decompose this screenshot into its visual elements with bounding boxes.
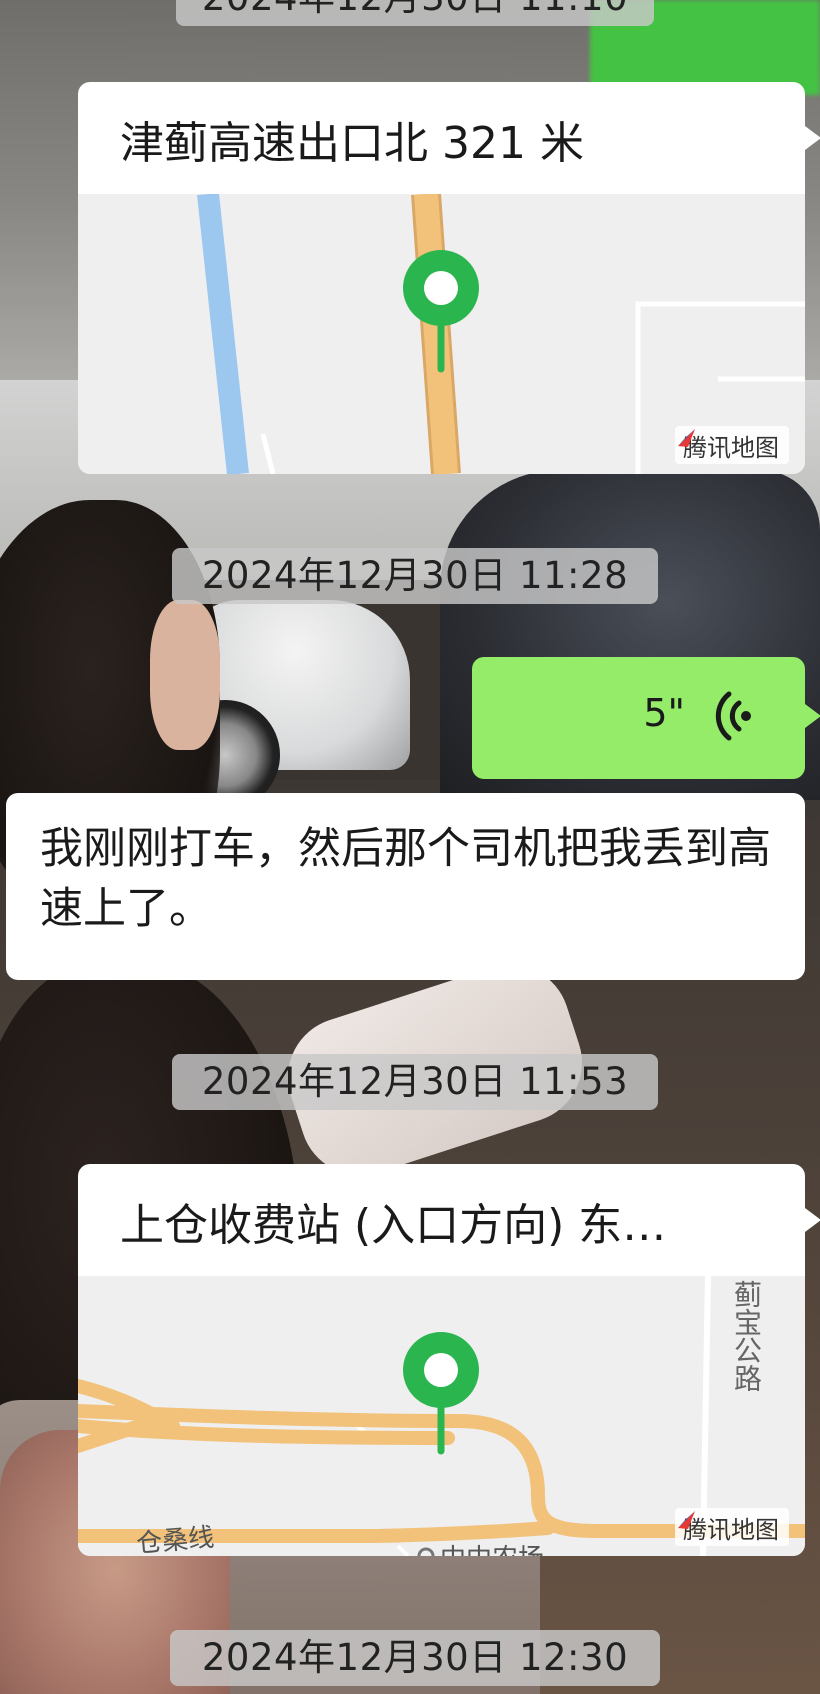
text-message[interactable]: 我刚刚打车，然后那个司机把我丢到高速上了。: [6, 793, 805, 980]
map-road-label: 蓟宝公路: [730, 1280, 763, 1392]
voice-duration: 5": [643, 691, 685, 735]
map-brand-badge: 腾讯地图: [675, 1508, 789, 1546]
timestamp: 2024年12月30日 12:30: [170, 1630, 660, 1686]
voice-message[interactable]: 5": [472, 657, 805, 779]
bubble-tail: [805, 704, 820, 728]
map-brand-badge: 腾讯地图: [675, 426, 789, 464]
map-road-label: 仓桑线: [135, 1522, 216, 1556]
map-place-label: 中中农场: [440, 1538, 544, 1556]
map-preview[interactable]: 腾讯地图: [78, 194, 805, 474]
tencent-map-logo-icon: [678, 429, 695, 447]
timestamp: 2024年12月30日 11:28: [172, 548, 658, 604]
timestamp: 2024年12月30日 11:53: [172, 1054, 658, 1110]
timestamp: 2024年12月30日 11:10: [176, 0, 654, 26]
location-title: 上仓收费站 (入口方向) 东…: [120, 1200, 667, 1251]
bubble-tail: [805, 1208, 820, 1232]
tencent-map-logo-icon: [678, 1511, 695, 1529]
location-title: 津蓟高速出口北 321 米: [120, 118, 584, 169]
location-message[interactable]: 津蓟高速出口北 321 米 腾讯地图: [78, 82, 805, 474]
map-preview[interactable]: 蓟宝公路 仓桑线 中中农场 腾讯地图: [78, 1276, 805, 1556]
location-message[interactable]: 上仓收费站 (入口方向) 东… 蓟宝公路 仓桑线 中中农场: [78, 1164, 805, 1556]
bubble-tail: [805, 126, 820, 150]
voice-wave-icon: [715, 691, 751, 741]
